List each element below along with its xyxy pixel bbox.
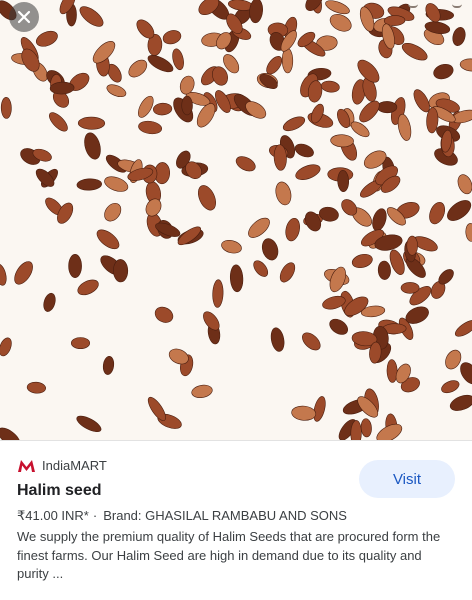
product-image[interactable] xyxy=(0,0,472,440)
seed xyxy=(329,318,349,335)
seed xyxy=(96,229,120,250)
seed xyxy=(77,279,99,296)
seed xyxy=(320,80,340,93)
seed xyxy=(147,55,174,73)
seed xyxy=(84,132,101,160)
source-name: IndiaMART xyxy=(42,457,107,473)
seed xyxy=(138,95,154,118)
seed xyxy=(153,102,173,116)
seed xyxy=(79,6,104,27)
seed xyxy=(113,259,129,283)
seed xyxy=(305,0,323,11)
seed xyxy=(377,260,391,280)
seed xyxy=(449,394,472,411)
brand: Brand: GHASILAL RAMBABU AND SONS xyxy=(103,508,347,523)
price: ₹41.00 INR* xyxy=(17,508,89,523)
seed xyxy=(76,178,102,191)
seed xyxy=(0,97,12,119)
seed xyxy=(128,59,148,78)
seed xyxy=(26,381,46,394)
seed xyxy=(294,143,314,158)
seed xyxy=(221,239,242,254)
seed xyxy=(401,42,428,61)
seed xyxy=(138,120,163,135)
seed xyxy=(43,292,56,312)
seed xyxy=(198,185,216,211)
seed xyxy=(441,380,460,394)
more-icon[interactable] xyxy=(452,0,462,8)
seed xyxy=(104,176,129,192)
seed xyxy=(377,101,398,114)
seed xyxy=(14,261,33,285)
result-meta: ₹41.00 INR* · Brand: GHASILAL RAMBABU AND … xyxy=(17,508,347,524)
seed xyxy=(68,253,82,278)
source-row[interactable]: IndiaMART xyxy=(17,457,107,473)
seed xyxy=(285,217,300,242)
seed xyxy=(279,262,296,283)
seed xyxy=(447,200,472,221)
seed xyxy=(0,263,7,286)
seed xyxy=(429,201,446,225)
seed xyxy=(191,384,213,398)
seed xyxy=(229,264,244,293)
seed xyxy=(454,319,472,337)
seed xyxy=(261,238,279,261)
close-icon xyxy=(17,10,31,24)
seed xyxy=(76,415,102,433)
seeds-photo xyxy=(0,0,472,440)
seed xyxy=(400,282,420,294)
seed xyxy=(147,396,166,421)
seed xyxy=(253,260,269,277)
seed xyxy=(282,116,306,132)
seed xyxy=(275,181,292,206)
seed xyxy=(452,27,466,46)
seed xyxy=(372,208,387,232)
seed xyxy=(212,279,224,308)
seed xyxy=(351,253,373,269)
seed xyxy=(102,355,115,375)
seed xyxy=(302,332,321,351)
divider xyxy=(0,440,472,441)
seed xyxy=(162,30,182,45)
seed xyxy=(181,95,193,116)
visit-button[interactable]: Visit xyxy=(359,460,455,498)
seed xyxy=(104,202,122,222)
seed xyxy=(465,223,472,242)
seed xyxy=(0,427,21,440)
seed xyxy=(457,174,472,195)
seed xyxy=(154,306,174,323)
meta-separator: · xyxy=(92,508,98,523)
seed xyxy=(330,134,354,148)
seed xyxy=(433,63,454,80)
top-right-controls xyxy=(408,0,462,8)
seed xyxy=(270,327,285,352)
seed xyxy=(406,235,418,256)
expand-icon[interactable] xyxy=(408,0,418,8)
seed xyxy=(295,164,321,180)
seed xyxy=(386,359,398,383)
seed xyxy=(329,14,352,32)
seed xyxy=(71,337,91,349)
seed xyxy=(0,337,12,357)
close-button[interactable] xyxy=(9,2,39,32)
seed xyxy=(313,396,326,422)
seed xyxy=(35,30,58,47)
seed xyxy=(77,116,106,130)
seed xyxy=(48,112,68,132)
result-description: We supply the premium quality of Halim S… xyxy=(17,529,441,581)
seed xyxy=(248,217,270,238)
seed xyxy=(106,84,127,98)
seed xyxy=(291,405,317,421)
seed xyxy=(145,198,162,217)
image-viewer-screen: IndiaMART Halim seed ₹41.00 INR* · Brand: … xyxy=(0,0,472,600)
indiamart-logo-icon xyxy=(18,460,35,472)
seed xyxy=(360,418,372,438)
seed xyxy=(459,58,472,72)
result-title[interactable]: Halim seed xyxy=(17,482,101,500)
seed xyxy=(235,156,256,172)
